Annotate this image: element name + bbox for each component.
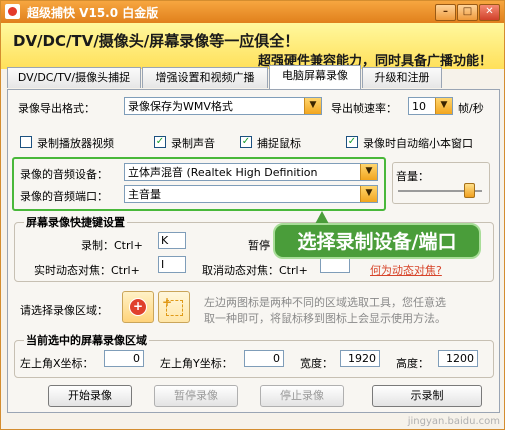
tab-upgrade-register[interactable]: 升级和注册 bbox=[362, 67, 442, 88]
maximize-button[interactable]: □ bbox=[457, 4, 478, 21]
record-player-checkbox[interactable] bbox=[20, 136, 32, 148]
crosshair-icon: + bbox=[129, 298, 147, 316]
watermark: jingyan.baidu.com bbox=[407, 416, 500, 427]
capture-mouse-checkbox[interactable]: ✓ bbox=[240, 136, 252, 148]
y-coord-input[interactable]: 0 bbox=[244, 350, 284, 367]
plus-icon: + bbox=[162, 295, 173, 309]
record-player-label: 录制播放器视频 bbox=[37, 137, 114, 150]
show-recording-button[interactable]: 示录制 bbox=[372, 385, 482, 407]
export-format-value: 录像保存为WMV格式 bbox=[128, 100, 233, 113]
fps-label: 导出帧速率： bbox=[331, 102, 397, 115]
tab-enhanced-settings[interactable]: 增强设置和视频广播 bbox=[142, 67, 268, 88]
fps-value: 10 bbox=[412, 100, 426, 113]
volume-slider-thumb[interactable] bbox=[464, 183, 475, 198]
area-desc-line-1: 左边两图标是两种不同的区域选取工具，您任意选 bbox=[204, 296, 446, 309]
height-label: 高度： bbox=[396, 357, 429, 370]
record-sound-label: 录制声音 bbox=[171, 137, 215, 150]
pause-hotkey-label: 暂停 bbox=[248, 239, 270, 252]
x-coord-input[interactable]: 0 bbox=[104, 350, 144, 367]
banner-line-1: DV/DC/TV/摄像头/屏幕录像等一应俱全！ bbox=[13, 32, 300, 50]
area-desc-line-2: 取一种即可，将鼠标移到图标上会显示使用方法。 bbox=[204, 312, 446, 325]
volume-box bbox=[392, 162, 490, 204]
what-is-focus-link[interactable]: 何为动态对焦? bbox=[370, 262, 442, 278]
pause-recording-button[interactable]: 暂停录像 bbox=[154, 385, 238, 407]
chevron-down-icon: ▼ bbox=[435, 98, 452, 114]
minimize-button[interactable]: – bbox=[435, 4, 456, 21]
fps-unit: 帧/秒 bbox=[458, 102, 484, 115]
auto-minimize-checkbox[interactable]: ✓ bbox=[346, 136, 358, 148]
width-label: 宽度： bbox=[300, 357, 333, 370]
realtime-focus-label: 实时动态对焦：Ctrl+ bbox=[34, 264, 140, 277]
annotation-callout: 选择录制设备/端口 bbox=[273, 223, 481, 259]
app-logo-icon bbox=[5, 4, 20, 19]
chevron-down-icon: ▼ bbox=[360, 186, 377, 202]
stop-recording-button[interactable]: 停止录像 bbox=[260, 385, 344, 407]
auto-minimize-label: 录像时自动缩小本窗口 bbox=[363, 137, 473, 150]
tab-dv-capture[interactable]: DV/DC/TV/摄像头捕捉 bbox=[7, 67, 141, 88]
close-button[interactable]: ✕ bbox=[479, 4, 500, 21]
export-format-label: 录像导出格式： bbox=[18, 102, 95, 115]
audio-port-select[interactable]: 主音量 ▼ bbox=[124, 185, 378, 203]
title-bar: 超级捕快 V15.0 白金版 – □ ✕ bbox=[1, 1, 504, 23]
record-hotkey-label: 录制：Ctrl+ bbox=[81, 239, 143, 252]
region-group-title: 当前选中的屏幕录像区域 bbox=[24, 332, 149, 348]
y-coord-label: 左上角Y坐标： bbox=[160, 357, 233, 370]
area-select-tool-1[interactable]: + bbox=[122, 291, 154, 323]
capture-mouse-label: 捕捉鼠标 bbox=[257, 137, 301, 150]
tab-screen-recording[interactable]: 电脑屏幕录像 bbox=[269, 65, 361, 89]
audio-device-label: 录像的音频设备： bbox=[20, 168, 108, 181]
main-window: 超级捕快 V15.0 白金版 – □ ✕ DV/DC/TV/摄像头/屏幕录像等一… bbox=[0, 0, 505, 430]
x-coord-label: 左上角X坐标： bbox=[20, 357, 94, 370]
promo-banner: DV/DC/TV/摄像头/屏幕录像等一应俱全！ 超强硬件兼容能力，同时具备广播功… bbox=[1, 23, 504, 69]
chevron-down-icon: ▼ bbox=[360, 164, 377, 180]
audio-port-value: 主音量 bbox=[128, 188, 161, 201]
fps-select[interactable]: 10 ▼ bbox=[408, 97, 453, 115]
export-format-select[interactable]: 录像保存为WMV格式 ▼ bbox=[124, 97, 322, 115]
height-input[interactable]: 1200 bbox=[438, 350, 478, 367]
record-hotkey-input[interactable]: K bbox=[158, 232, 186, 249]
realtime-focus-input[interactable]: I bbox=[158, 256, 186, 273]
audio-device-select[interactable]: 立体声混音 (Realtek High Definition ▼ bbox=[124, 163, 378, 181]
audio-port-label: 录像的音频端口： bbox=[20, 190, 108, 203]
width-input[interactable]: 1920 bbox=[340, 350, 380, 367]
window-title: 超级捕快 V15.0 白金版 bbox=[27, 6, 159, 20]
start-recording-button[interactable]: 开始录像 bbox=[48, 385, 132, 407]
record-sound-checkbox[interactable]: ✓ bbox=[154, 136, 166, 148]
area-select-label: 请选择录像区域： bbox=[20, 304, 108, 317]
hotkeys-group-title: 屏幕录像快捷键设置 bbox=[24, 214, 127, 230]
chevron-down-icon: ▼ bbox=[304, 98, 321, 114]
cancel-focus-label: 取消动态对焦：Ctrl+ bbox=[202, 264, 308, 277]
audio-device-value: 立体声混音 (Realtek High Definition bbox=[128, 166, 318, 179]
area-select-tool-2[interactable]: + bbox=[158, 291, 190, 323]
